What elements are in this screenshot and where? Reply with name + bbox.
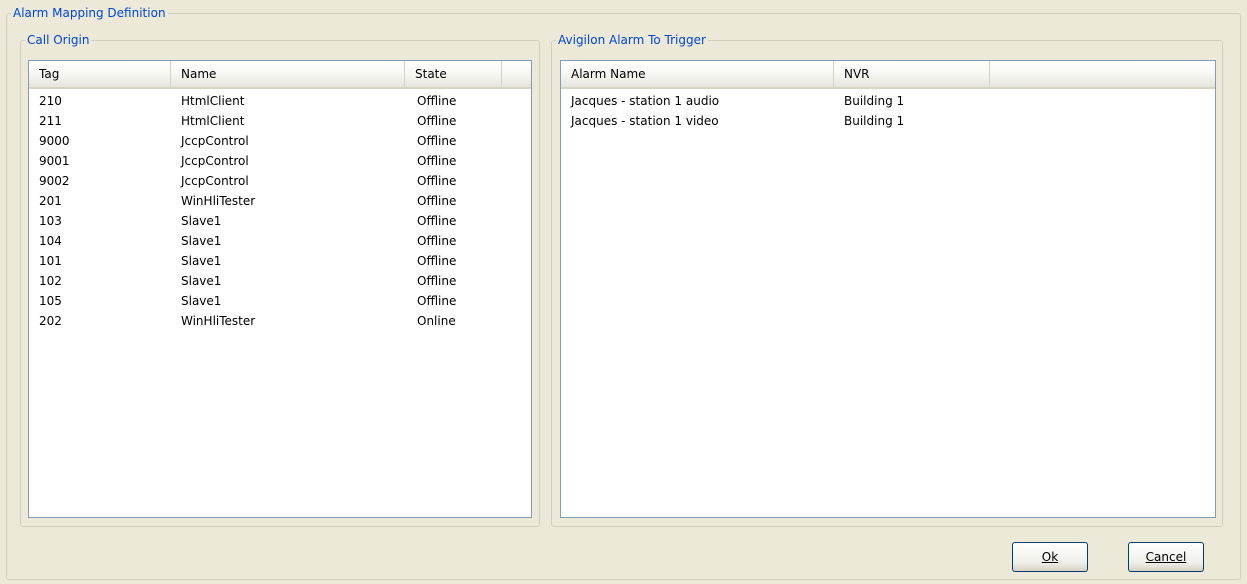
call-origin-row[interactable]: 105 Slave1 Offline (29, 291, 531, 311)
row-tag: 9000 (39, 134, 70, 148)
column-header-name[interactable]: Name (171, 61, 405, 87)
row-name: Slave1 (181, 274, 222, 288)
row-state: Offline (417, 134, 457, 148)
call-origin-row[interactable]: 210 HtmlClient Offline (29, 91, 531, 111)
cancel-button[interactable]: Cancel (1128, 542, 1204, 572)
alarm-to-trigger-list[interactable]: Alarm Name NVR Jacques - station 1 audio… (560, 60, 1216, 518)
column-header-filler (990, 61, 1215, 87)
row-name: Slave1 (181, 214, 222, 228)
call-origin-row[interactable]: 202 WinHliTester Online (29, 311, 531, 331)
call-origin-list-body: 210 HtmlClient Offline 211 HtmlClient Offline… (29, 89, 531, 331)
row-tag: 101 (39, 254, 62, 268)
row-tag: 104 (39, 234, 62, 248)
row-state: Offline (417, 214, 457, 228)
row-name: Slave1 (181, 254, 222, 268)
column-header-state[interactable]: State (405, 61, 502, 87)
alarm-row[interactable]: Jacques - station 1 audio Building 1 (561, 91, 1215, 111)
row-state: Offline (417, 154, 457, 168)
alarm-row[interactable]: Jacques - station 1 video Building 1 (561, 111, 1215, 131)
row-name: WinHliTester (181, 194, 256, 208)
row-nvr: Building 1 (844, 94, 905, 108)
row-state: Offline (417, 94, 457, 108)
row-tag: 103 (39, 214, 62, 228)
row-state: Online (417, 314, 456, 328)
column-header-alarm-name[interactable]: Alarm Name (561, 61, 834, 87)
row-tag: 202 (39, 314, 62, 328)
row-name: JccpControl (181, 154, 249, 168)
column-header-filler (502, 61, 531, 87)
row-state: Offline (417, 294, 457, 308)
row-name: Slave1 (181, 234, 222, 248)
row-state: Offline (417, 254, 457, 268)
row-name: HtmlClient (181, 114, 245, 128)
call-origin-row[interactable]: 211 HtmlClient Offline (29, 111, 531, 131)
row-tag: 102 (39, 274, 62, 288)
alarm-to-trigger-list-body: Jacques - station 1 audio Building 1 Jacqu… (561, 89, 1215, 131)
row-state: Offline (417, 174, 457, 188)
column-header-tag[interactable]: Tag (29, 61, 171, 87)
ok-button[interactable]: Ok (1012, 542, 1088, 572)
call-origin-row[interactable]: 201 WinHliTester Offline (29, 191, 531, 211)
call-origin-row[interactable]: 102 Slave1 Offline (29, 271, 531, 291)
row-tag: 201 (39, 194, 62, 208)
alarm-mapping-definition-legend: Alarm Mapping Definition (13, 6, 166, 20)
row-state: Offline (417, 114, 457, 128)
row-state: Offline (417, 274, 457, 288)
row-tag: 105 (39, 294, 62, 308)
row-name: WinHliTester (181, 314, 256, 328)
row-name: Slave1 (181, 294, 222, 308)
call-origin-row[interactable]: 104 Slave1 Offline (29, 231, 531, 251)
call-origin-row[interactable]: 9001 JccpControl Offline (29, 151, 531, 171)
call-origin-list-header: Tag Name State (29, 61, 531, 89)
row-alarm-name: Jacques - station 1 video (571, 114, 719, 128)
row-tag: 9002 (39, 174, 70, 188)
row-name: JccpControl (181, 174, 249, 188)
row-tag: 9001 (39, 154, 70, 168)
call-origin-row[interactable]: 9002 JccpControl Offline (29, 171, 531, 191)
call-origin-list[interactable]: Tag Name State 210 HtmlClient Offline 211 Ht… (28, 60, 532, 518)
row-tag: 211 (39, 114, 62, 128)
alarm-to-trigger-legend: Avigilon Alarm To Trigger (558, 33, 706, 47)
cancel-button-label: Cancel (1145, 550, 1187, 564)
call-origin-row[interactable]: 103 Slave1 Offline (29, 211, 531, 231)
call-origin-row[interactable]: 101 Slave1 Offline (29, 251, 531, 271)
row-tag: 210 (39, 94, 62, 108)
alarm-to-trigger-list-header: Alarm Name NVR (561, 61, 1215, 89)
call-origin-legend: Call Origin (27, 33, 90, 47)
call-origin-row[interactable]: 9000 JccpControl Offline (29, 131, 531, 151)
row-name: HtmlClient (181, 94, 245, 108)
ok-button-label: Ok (1041, 550, 1059, 564)
row-state: Offline (417, 194, 457, 208)
row-state: Offline (417, 234, 457, 248)
row-name: JccpControl (181, 134, 249, 148)
alarm-mapping-dialog: Alarm Mapping Definition Call Origin Avi… (0, 0, 1247, 584)
row-nvr: Building 1 (844, 114, 905, 128)
row-alarm-name: Jacques - station 1 audio (571, 94, 720, 108)
column-header-nvr[interactable]: NVR (834, 61, 990, 87)
